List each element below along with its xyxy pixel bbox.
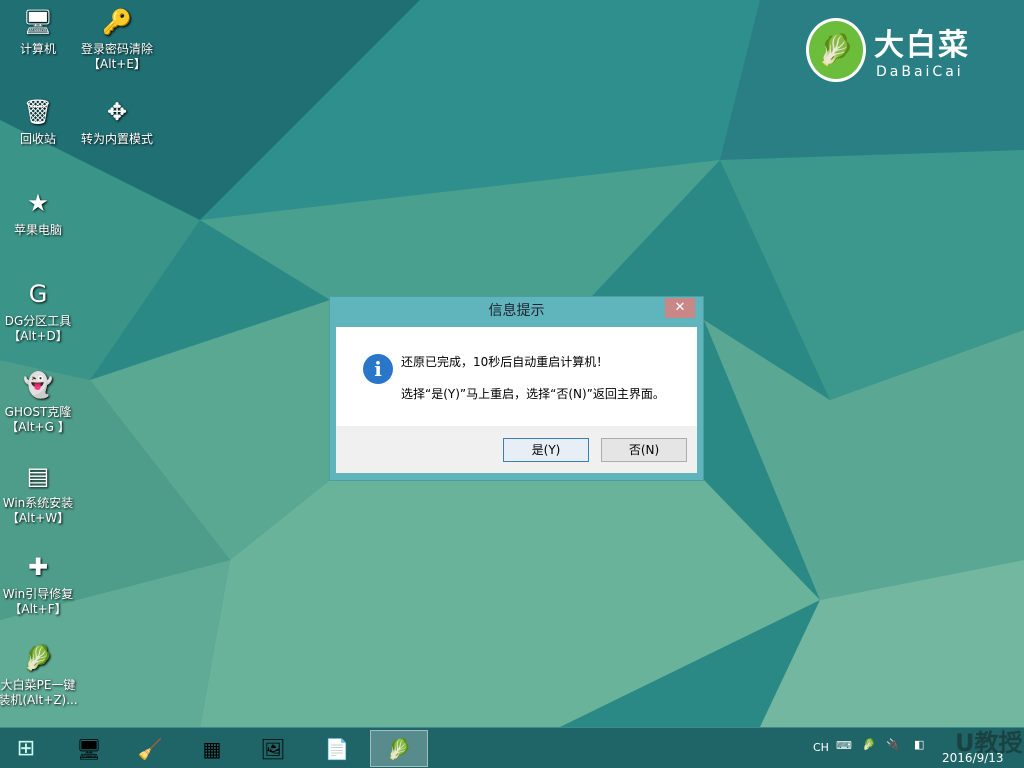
- dabaicai-icon: 🥬: [386, 736, 412, 761]
- yes-button[interactable]: 是(Y): [503, 438, 589, 462]
- diskgenius-icon: G: [28, 279, 48, 308]
- keyboard-icon[interactable]: ⌨: [836, 739, 852, 752]
- desktop-icon-shortcut: 【Alt+D】: [8, 329, 68, 343]
- taskbar-dabaicai[interactable]: 🥬: [370, 730, 428, 767]
- desktop-icon[interactable]: 🥬 大白菜PE一键 装机(Alt+Z)...: [0, 642, 80, 708]
- desktop-icon-label: 转为内置模式: [80, 132, 153, 146]
- desktop-icon-label: 计算机: [19, 42, 56, 56]
- no-button[interactable]: 否(N): [601, 438, 687, 462]
- usb-safe-remove-icon[interactable]: 🔌: [886, 738, 900, 751]
- windows-install-icon: ▤: [26, 461, 50, 490]
- desktop-icon[interactable]: 👻 GHOST克隆 【Alt+G 】: [0, 369, 80, 435]
- desktop-icon-label: 大白菜PE一键: [0, 678, 76, 692]
- taskbar: ⊞ 🖥 🧹 ▦ 🖼 📄 🥬 CH ⌨ 🥬 🔌 ◧ 2016/9/13 U教授: [0, 727, 1024, 768]
- notepad-icon: 📄: [324, 736, 350, 761]
- desktop-icon[interactable]: ✥ 转为内置模式: [75, 96, 159, 147]
- language-indicator[interactable]: CH: [813, 741, 829, 754]
- boot-repair-icon: ✚: [27, 552, 49, 581]
- recycle-bin-icon: 🗑: [22, 97, 54, 126]
- dabaicai-tray-icon[interactable]: 🥬: [862, 738, 876, 751]
- watermark-logo: U教授: [955, 729, 1023, 757]
- broom-icon: 🧹: [137, 736, 163, 761]
- computer-icon: 🖥: [22, 7, 54, 36]
- desktop-icon[interactable]: 🔑 登录密码清除 【Alt+E】: [75, 6, 159, 72]
- desktop-icon-shortcut: 【Alt+W】: [6, 511, 70, 525]
- desktop-icon[interactable]: 🖥 计算机: [0, 6, 80, 57]
- desktop-icon[interactable]: ★ 苹果电脑: [0, 187, 80, 238]
- taskbar-cleaner[interactable]: 🧹: [121, 730, 179, 767]
- ghost-icon: 👻: [23, 370, 53, 399]
- desktop-icon[interactable]: 🗑 回收站: [0, 96, 80, 147]
- dabaicai-icon: 🥬: [23, 643, 53, 672]
- close-button[interactable]: ✕: [665, 298, 695, 318]
- info-icon: i: [363, 354, 393, 384]
- star-icon: ★: [27, 188, 49, 217]
- desktop-icon-label: 登录密码清除: [80, 42, 153, 56]
- desktop-icon[interactable]: G DG分区工具 【Alt+D】: [0, 278, 80, 344]
- desktop-icon-label: GHOST克隆: [4, 405, 72, 419]
- desktop-icon-shortcut: 装机(Alt+Z)...: [0, 693, 78, 707]
- dabaicai-logo: 🥬 大白菜 DaBaiCai: [806, 18, 970, 82]
- desktop-icon[interactable]: ▤ Win系统安装 【Alt+W】: [0, 460, 80, 526]
- monitor-icon: 🖥: [76, 736, 102, 761]
- dabaicai-mascot-icon: 🥬: [806, 18, 866, 82]
- desktop-icon-shortcut: 【Alt+E】: [88, 57, 146, 71]
- taskbar-desktop[interactable]: 🖥: [60, 730, 118, 767]
- info-dialog: 信息提示 ✕ i 还原已完成，10秒后自动重启计算机！ 选择“是(Y)”马上重启…: [329, 296, 704, 481]
- image-tool-icon: 🖼: [260, 736, 286, 761]
- desktop-icon-label: DG分区工具: [4, 314, 72, 328]
- color-app-icon[interactable]: ◧: [914, 738, 924, 751]
- windows-logo-icon: ⊞: [16, 736, 36, 761]
- desktop-icon-shortcut: 【Alt+G 】: [6, 420, 70, 434]
- taskbar-hardware[interactable]: ▦: [183, 730, 241, 767]
- taskbar-imaging[interactable]: 🖼: [244, 730, 302, 767]
- nt-password-icon: 🔑: [102, 7, 132, 36]
- desktop-icon-label: Win引导修复: [2, 587, 74, 601]
- memory-chip-icon: ▦: [202, 736, 222, 761]
- desktop-icon-shortcut: 【Alt+F】: [9, 602, 67, 616]
- desktop-icon-label: Win系统安装: [2, 496, 74, 510]
- taskbar-notepad[interactable]: 📄: [308, 730, 366, 767]
- internal-mode-icon: ✥: [106, 97, 128, 126]
- desktop-icon[interactable]: ✚ Win引导修复 【Alt+F】: [0, 551, 80, 617]
- start-button[interactable]: ⊞: [0, 730, 52, 767]
- desktop-icon-label: 回收站: [19, 132, 56, 146]
- dialog-instruction: 选择“是(Y)”马上重启，选择“否(N)”返回主界面。: [401, 387, 665, 401]
- desktop-icon-label: 苹果电脑: [13, 223, 62, 237]
- dialog-title: 信息提示: [488, 303, 545, 319]
- dialog-message: 还原已完成，10秒后自动重启计算机！: [401, 355, 609, 369]
